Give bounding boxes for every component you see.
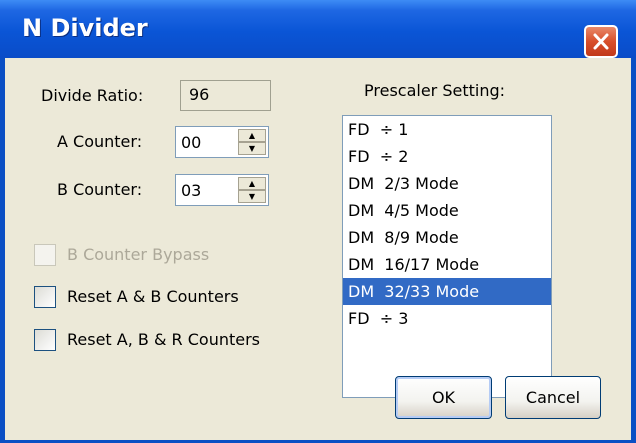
a-counter-stepper[interactable]: 00 ▲ ▼ xyxy=(175,126,269,158)
reset-ab-counters-checkbox[interactable] xyxy=(34,286,56,308)
list-item[interactable]: DM 8/9 Mode xyxy=(343,224,551,251)
title-bar[interactable]: N Divider xyxy=(0,0,636,58)
triangle-down-icon: ▼ xyxy=(248,191,256,201)
list-item[interactable]: FD ÷ 3 xyxy=(343,305,551,332)
b-counter-bypass-label: B Counter Bypass xyxy=(67,245,210,264)
a-counter-value[interactable]: 00 xyxy=(181,133,201,152)
reset-ab-counters-label: Reset A & B Counters xyxy=(67,287,239,306)
close-button[interactable] xyxy=(584,25,618,58)
triangle-up-icon: ▲ xyxy=(248,178,256,188)
list-item[interactable]: DM 4/5 Mode xyxy=(343,197,551,224)
b-counter-up-button[interactable]: ▲ xyxy=(238,177,266,190)
prescaler-label: Prescaler Setting: xyxy=(364,81,506,100)
close-icon xyxy=(593,33,609,50)
triangle-down-icon: ▼ xyxy=(248,143,256,153)
list-item-selected[interactable]: DM 32/33 Mode xyxy=(343,278,551,305)
list-item[interactable]: FD ÷ 1 xyxy=(343,116,551,143)
list-item[interactable]: DM 16/17 Mode xyxy=(343,251,551,278)
prescaler-listbox[interactable]: FD ÷ 1 FD ÷ 2 DM 2/3 Mode DM 4/5 Mode DM… xyxy=(342,115,552,398)
b-counter-down-button[interactable]: ▼ xyxy=(238,190,266,203)
dialog-body: Divide Ratio: 96 A Counter: 00 ▲ ▼ B Cou… xyxy=(5,58,631,440)
a-counter-label: A Counter: xyxy=(57,132,143,151)
reset-abr-counters-label: Reset A, B & R Counters xyxy=(67,330,260,349)
a-counter-up-button[interactable]: ▲ xyxy=(238,129,266,142)
list-item[interactable]: DM 2/3 Mode xyxy=(343,170,551,197)
cancel-button[interactable]: Cancel xyxy=(505,376,601,419)
b-counter-label: B Counter: xyxy=(57,180,143,199)
ok-button[interactable]: OK xyxy=(395,376,492,419)
divide-ratio-label: Divide Ratio: xyxy=(41,86,144,105)
window-title: N Divider xyxy=(22,14,148,42)
n-divider-dialog: N Divider Divide Ratio: 96 A Counter: 00… xyxy=(0,0,636,443)
divide-ratio-value: 96 xyxy=(180,80,271,111)
b-counter-value[interactable]: 03 xyxy=(181,181,201,200)
triangle-up-icon: ▲ xyxy=(248,130,256,140)
a-counter-down-button[interactable]: ▼ xyxy=(238,142,266,155)
list-item[interactable]: FD ÷ 2 xyxy=(343,143,551,170)
reset-abr-counters-checkbox[interactable] xyxy=(34,329,56,351)
b-counter-stepper[interactable]: 03 ▲ ▼ xyxy=(175,174,269,206)
b-counter-bypass-checkbox[interactable] xyxy=(34,244,56,266)
